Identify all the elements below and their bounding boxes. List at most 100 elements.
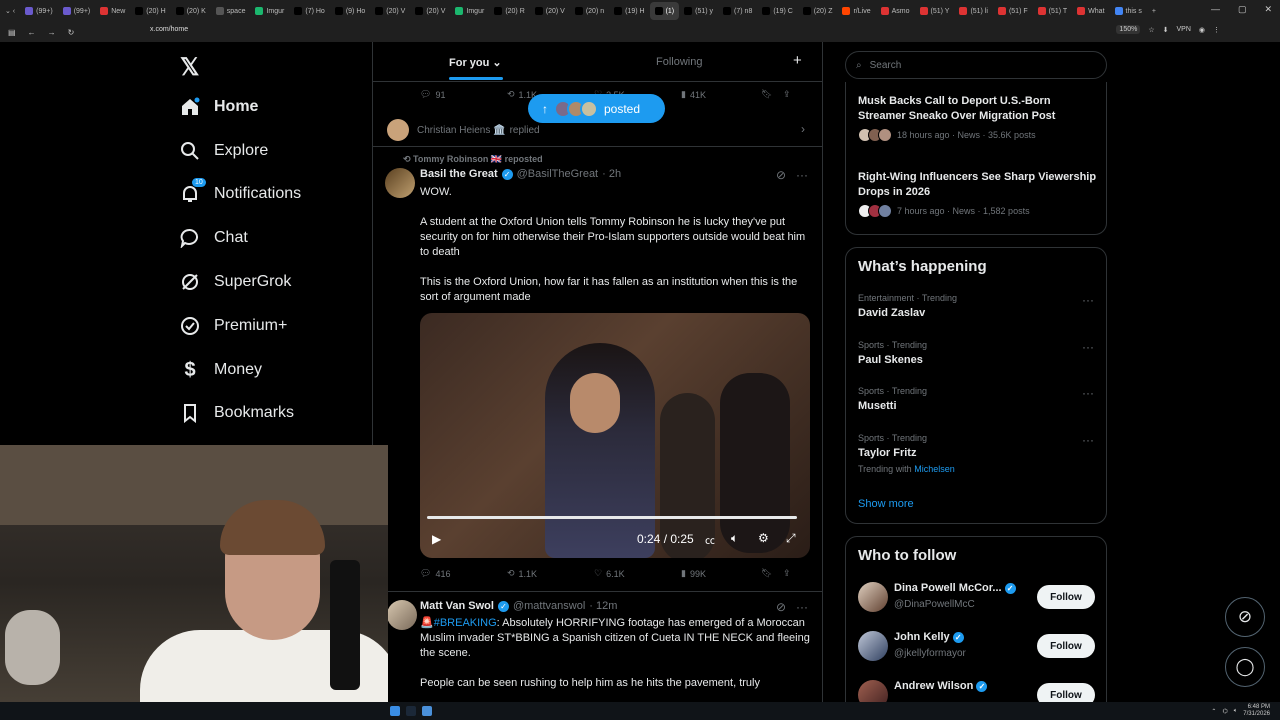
views-button[interactable]: ▮ 41K xyxy=(681,89,761,100)
browser-tab[interactable]: (20) V xyxy=(370,2,410,20)
more-icon[interactable]: ··· xyxy=(1082,340,1094,354)
grok-fab-icon[interactable]: ⊘ xyxy=(1225,597,1265,637)
volume-icon[interactable]: 🔈︎ xyxy=(1234,708,1238,715)
browser-tab[interactable]: r/Live xyxy=(837,2,875,20)
menu-icon[interactable]: ⋮ xyxy=(1213,26,1220,34)
browser-tab[interactable]: Imgur xyxy=(450,2,489,20)
news-title[interactable]: Musk Backs Call to Deport U.S.-Born Stre… xyxy=(858,94,1098,124)
browser-tab[interactable]: (20) R xyxy=(489,2,529,20)
author-handle[interactable]: @mattvanswol xyxy=(513,600,585,612)
browser-tab[interactable]: (19) H xyxy=(609,2,649,20)
add-tab-icon[interactable]: + xyxy=(793,52,802,69)
video-progress-bar[interactable] xyxy=(427,516,797,519)
share-button[interactable]: ⇪ xyxy=(783,89,791,100)
news-title[interactable]: Right-Wing Influencers See Sharp Viewers… xyxy=(858,170,1098,200)
nav-supergrok[interactable]: SuperGrok xyxy=(180,272,291,292)
download-icon[interactable]: ⬇ xyxy=(1163,26,1169,34)
avatar[interactable] xyxy=(387,600,417,630)
trend-name[interactable]: Paul Skenes xyxy=(858,354,923,366)
follow-button[interactable]: Follow xyxy=(1037,634,1095,658)
repost-button[interactable]: ⟲ 1.1K xyxy=(507,568,594,579)
profile-icon[interactable]: ◉ xyxy=(1199,26,1205,34)
browser-tab[interactable]: Asmo xyxy=(876,2,915,20)
tray-icon[interactable]: ⌃ xyxy=(1211,708,1216,715)
author-name[interactable]: Basil the Great xyxy=(420,168,498,180)
new-tab-icon[interactable]: + xyxy=(1147,2,1161,20)
chevron-right-icon[interactable]: › xyxy=(801,122,805,136)
browser-tab[interactable]: (20) V xyxy=(410,2,450,20)
url-input[interactable]: x.com/home xyxy=(150,26,188,33)
trend-name[interactable]: Taylor Fritz xyxy=(858,447,916,459)
nav-home[interactable]: Home xyxy=(180,97,258,117)
avatar[interactable] xyxy=(385,168,415,198)
reply-notice[interactable]: Christian Heiens 🏛️ replied xyxy=(387,119,540,141)
show-more-link[interactable]: Show more xyxy=(858,498,914,510)
more-icon[interactable]: ··· xyxy=(1082,433,1094,447)
more-icon[interactable]: ··· xyxy=(796,168,808,182)
forward-icon[interactable]: → xyxy=(48,28,56,37)
avatar[interactable] xyxy=(858,631,888,661)
like-button[interactable]: ♡ 6.1K xyxy=(594,568,681,579)
browser-tab[interactable]: (7) Ho xyxy=(289,2,329,20)
reply-button[interactable]: 💬︎ 91 xyxy=(420,89,507,100)
hashtag-link[interactable]: #BREAKING xyxy=(434,617,497,629)
suggestion-name[interactable]: John Kelly ✓ xyxy=(894,631,964,643)
nav-premium[interactable]: Premium+ xyxy=(180,316,287,336)
nav-bookmarks[interactable]: Bookmarks xyxy=(180,403,294,423)
follow-button[interactable]: Follow xyxy=(1037,585,1095,609)
browser-tab[interactable]: this s xyxy=(1110,2,1147,20)
x-logo[interactable]: 𝕏 xyxy=(180,53,199,82)
browser-tab[interactable]: space xyxy=(211,2,251,20)
more-icon[interactable]: ··· xyxy=(1082,293,1094,307)
back-icon[interactable]: ← xyxy=(28,28,36,37)
browser-tab[interactable]: (20) n xyxy=(570,2,609,20)
browser-tab[interactable]: New xyxy=(95,2,130,20)
browser-tab[interactable]: (51) T xyxy=(1033,2,1073,20)
bookmark-tweet-button[interactable]: 🔖︎ xyxy=(761,89,783,100)
browser-tab[interactable]: (51) y xyxy=(679,2,718,20)
steam-icon[interactable] xyxy=(406,706,416,716)
browser-tab[interactable]: What xyxy=(1072,2,1109,20)
close-window-icon[interactable]: ✕ xyxy=(1264,4,1272,15)
browser-tab[interactable]: (9) Ho xyxy=(330,2,370,20)
suggestion-name[interactable]: Andrew Wilson ✓ xyxy=(894,680,988,692)
captions-icon[interactable]: ㏄ xyxy=(705,532,715,547)
bookmark-star-icon[interactable]: ☆ xyxy=(1148,26,1154,34)
browser-tab[interactable]: (20) H xyxy=(130,2,170,20)
clock[interactable]: 6:48 PM 7/31/2026 xyxy=(1243,704,1270,718)
author-handle[interactable]: @BasilTheGreat xyxy=(517,168,598,180)
reply-button[interactable]: 💬︎ 416 xyxy=(420,568,507,579)
trend-name[interactable]: David Zaslav xyxy=(858,307,925,319)
new-posts-pill[interactable]: ↑ posted xyxy=(528,94,665,123)
browser-tab[interactable]: (20) K xyxy=(171,2,211,20)
video-player[interactable]: ▶ 0:24 / 0:25 ㏄ 🔈︎ ⚙ ⤢ xyxy=(420,313,810,558)
tab-following[interactable]: Following xyxy=(656,56,702,68)
chat-fab-icon[interactable]: ◯ xyxy=(1225,647,1265,687)
grok-icon[interactable]: ⊘ xyxy=(776,600,786,614)
volume-icon[interactable]: 🔈︎ xyxy=(731,531,738,546)
views-button[interactable]: ▮ 99K xyxy=(681,568,761,579)
nav-explore[interactable]: Explore xyxy=(180,141,268,161)
tab-search-icon[interactable]: ⌄ ‹ xyxy=(0,2,20,20)
more-icon[interactable]: ··· xyxy=(1082,386,1094,400)
tweet-time[interactable]: · 12m xyxy=(589,600,617,612)
search-input[interactable]: ⌕ Search xyxy=(845,51,1107,79)
browser-tab[interactable]: (51) li xyxy=(954,2,993,20)
browser-tab[interactable]: (7) n8 xyxy=(718,2,757,20)
network-icon[interactable]: ⌬ xyxy=(1222,708,1227,715)
trend-name[interactable]: Musetti xyxy=(858,400,897,412)
share-button[interactable]: ⇪ xyxy=(783,568,791,579)
play-icon[interactable]: ▶ xyxy=(432,532,441,546)
windows-start-icon[interactable] xyxy=(390,706,400,716)
browser-tab[interactable]: (99+) xyxy=(58,2,96,20)
suggestion-name[interactable]: Dina Powell McCor... ✓ xyxy=(894,582,1016,594)
sidebar-toggle-icon[interactable]: ▤ xyxy=(8,28,16,37)
reload-icon[interactable]: ↻ xyxy=(68,28,75,37)
nav-notifications[interactable]: 10 Notifications xyxy=(180,178,301,204)
nav-money[interactable]: $ Money xyxy=(180,359,262,381)
zoom-indicator[interactable]: 150% xyxy=(1116,25,1141,34)
settings-gear-icon[interactable]: ⚙ xyxy=(758,531,769,545)
browser-tab[interactable]: (19) C xyxy=(757,2,797,20)
browser-tab[interactable]: (51) F xyxy=(993,2,1033,20)
trending-with-link[interactable]: Michelsen xyxy=(914,464,955,474)
